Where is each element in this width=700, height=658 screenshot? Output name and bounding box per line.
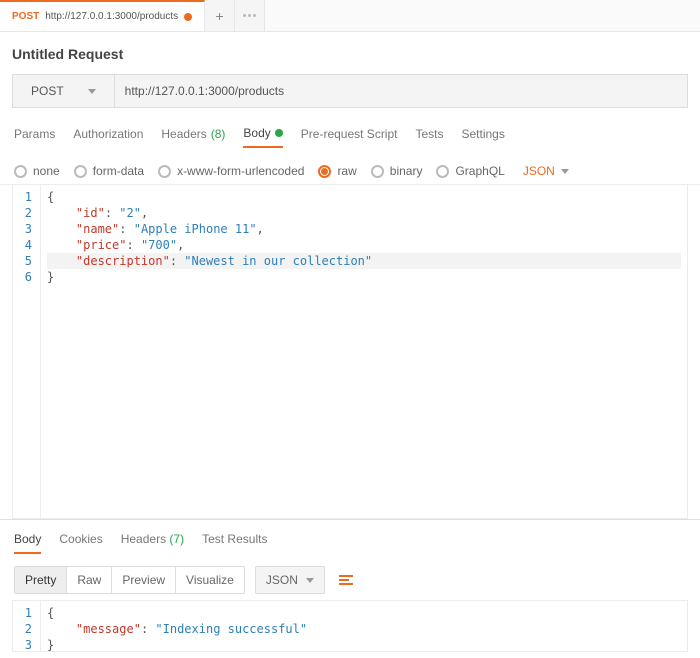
- body-type-row: none form-data x-www-form-urlencoded raw…: [0, 156, 700, 185]
- url-input[interactable]: [115, 75, 687, 107]
- request-tabs: Params Authorization Headers (8) Body Pr…: [0, 108, 700, 156]
- new-tab-button[interactable]: +: [205, 0, 235, 31]
- line-gutter: 123: [13, 601, 41, 651]
- radio-urlencoded[interactable]: x-www-form-urlencoded: [158, 164, 304, 178]
- url-bar: POST: [12, 74, 688, 108]
- radio-form-data[interactable]: form-data: [74, 164, 144, 178]
- request-body-editor[interactable]: 123456 { "id": "2", "name": "Apple iPhon…: [12, 185, 688, 519]
- tab-body[interactable]: Body: [243, 126, 282, 148]
- response-format-dropdown[interactable]: JSON: [255, 566, 325, 594]
- resp-tab-body[interactable]: Body: [14, 532, 41, 554]
- body-format-dropdown[interactable]: JSON: [523, 164, 569, 178]
- response-tabs: Body Cookies Headers (7) Test Results: [0, 524, 700, 560]
- tab-bar: POST http://127.0.0.1:3000/products +: [0, 0, 700, 32]
- resp-tab-headers[interactable]: Headers (7): [121, 532, 184, 554]
- body-changed-dot-icon: [275, 129, 283, 137]
- tab-prerequest[interactable]: Pre-request Script: [301, 126, 398, 148]
- wrap-lines-icon[interactable]: [335, 571, 357, 589]
- chevron-down-icon: [306, 578, 314, 583]
- line-gutter: 123456: [13, 185, 41, 518]
- radio-none[interactable]: none: [14, 164, 60, 178]
- tab-settings[interactable]: Settings: [462, 126, 505, 148]
- resp-headers-count: (7): [169, 532, 184, 546]
- code-area[interactable]: { "id": "2", "name": "Apple iPhone 11", …: [41, 185, 687, 518]
- method-label: POST: [31, 84, 64, 98]
- chevron-down-icon: [561, 169, 569, 174]
- response-view-group: Pretty Raw Preview Visualize: [14, 566, 245, 594]
- tab-overflow-button[interactable]: [235, 0, 265, 31]
- view-preview-button[interactable]: Preview: [112, 567, 176, 593]
- radio-binary[interactable]: binary: [371, 164, 423, 178]
- radio-graphql[interactable]: GraphQL: [436, 164, 504, 178]
- tab-tests[interactable]: Tests: [415, 126, 443, 148]
- view-visualize-button[interactable]: Visualize: [176, 567, 244, 593]
- headers-count: (8): [211, 127, 226, 141]
- tab-params[interactable]: Params: [14, 126, 55, 148]
- radio-raw[interactable]: raw: [318, 164, 356, 178]
- response-body-editor[interactable]: 123 { "message": "Indexing successful" }: [12, 600, 688, 652]
- resp-tab-test-results[interactable]: Test Results: [202, 532, 267, 554]
- code-area[interactable]: { "message": "Indexing successful" }: [41, 601, 687, 651]
- chevron-down-icon: [88, 89, 96, 94]
- tab-title: http://127.0.0.1:3000/products: [45, 11, 178, 22]
- response-pane: Body Cookies Headers (7) Test Results Pr…: [0, 519, 700, 658]
- request-tab[interactable]: POST http://127.0.0.1:3000/products: [0, 0, 205, 31]
- view-raw-button[interactable]: Raw: [67, 567, 112, 593]
- tab-headers[interactable]: Headers (8): [161, 126, 225, 148]
- tab-authorization[interactable]: Authorization: [73, 126, 143, 148]
- tab-method: POST: [12, 11, 39, 22]
- response-toolbar: Pretty Raw Preview Visualize JSON: [0, 560, 700, 600]
- view-pretty-button[interactable]: Pretty: [15, 567, 67, 593]
- resp-tab-cookies[interactable]: Cookies: [59, 532, 102, 554]
- unsaved-dot-icon: [184, 13, 192, 21]
- method-select[interactable]: POST: [13, 75, 115, 107]
- request-title[interactable]: Untitled Request: [0, 32, 700, 74]
